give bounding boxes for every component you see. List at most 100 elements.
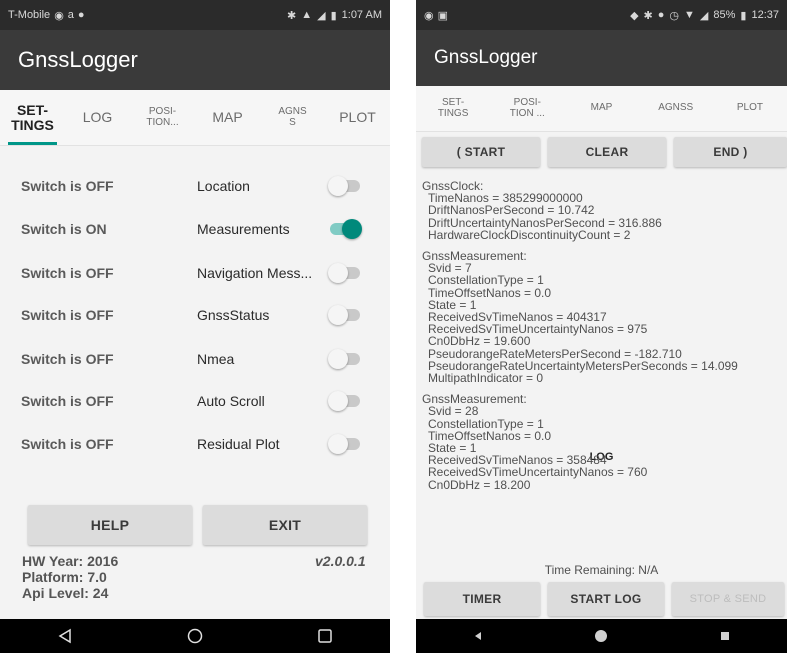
home-circle-icon[interactable] [581,624,621,648]
log-screen: ◉ ▣ ◆ ✱ ● ◷ ▼ ◢ 85% ▮ 12:37 GnssLogger S… [416,0,787,653]
battery-icon: ▮ [330,9,337,22]
help-button[interactable]: HELP [28,505,192,545]
end-button[interactable]: END ) [674,137,787,167]
log-output[interactable]: GnssClock: TimeNanos = 385299000000 Drif… [422,180,781,563]
gps-icon: ◉ [424,9,434,22]
status-bar: ◉ ▣ ◆ ✱ ● ◷ ▼ ◢ 85% ▮ 12:37 [416,0,787,30]
log-line: HardwareClockDiscontinuityCount = 2 [428,227,631,242]
start-log-button[interactable]: START LOG [548,582,664,616]
platform-label: Platform: 7.0 [22,569,107,585]
tab-log[interactable]: LOG [65,90,130,145]
navigation-messages-toggle[interactable] [328,263,364,283]
back-triangle-icon[interactable] [458,624,498,648]
switch-state-label: Switch is OFF [21,351,114,367]
tab-label: SET- TINGS [11,101,54,133]
nmea-toggle[interactable] [328,349,364,369]
battery-percent: 85% [713,9,736,21]
switch-state-label: Switch is OFF [21,307,114,323]
back-triangle-icon[interactable] [45,624,85,648]
tab-agnss[interactable]: AGNS S [260,90,325,145]
system-nav-bar [416,619,787,653]
tab-bar: SET- TINGS LOG POSI- TION... MAP AGNS S … [0,90,390,146]
setting-row-gnssstatus: Switch is OFF GnssStatus [0,294,390,336]
image-icon: ▣ [437,9,449,22]
hw-year-label: HW Year: 2016 [22,553,119,569]
log-line: MultipathIndicator = 0 [428,371,544,386]
signal-icon: ◢ [699,9,709,22]
residual-plot-toggle[interactable] [328,434,364,454]
amazon-icon: a [67,9,74,21]
log-gnss-measurement: GnssMeasurement: Svid = 7 ConstellationT… [422,250,781,384]
setting-row-autoscroll: Switch is OFF Auto Scroll [0,380,390,422]
wifi-icon: ▼ [684,9,695,21]
system-nav-bar [0,619,390,653]
setting-row-location: Switch is OFF Location [0,165,390,207]
time-remaining-label: Time Remaining: N/A [416,563,787,577]
setting-name: GnssStatus [197,307,270,323]
clock-label: 12:37 [751,9,779,21]
carrier-label: T-Mobile [8,9,51,21]
auto-scroll-toggle[interactable] [328,391,364,411]
chat-icon: ● [77,9,85,21]
switch-state-label: Switch is OFF [21,393,114,409]
recents-square-icon[interactable] [705,624,745,648]
tab-label: LOG [82,109,113,126]
signal-icon: ◢ [317,9,326,22]
recents-square-icon[interactable] [305,624,345,648]
log-line: ReceivedSvTimeUncertaintyNanos = 760 [428,465,648,480]
setting-name: Measurements [197,221,290,237]
notification-icon: ◉ [54,9,64,22]
bluetooth-icon: ✱ [643,9,653,22]
tab-label: MAP [590,102,613,114]
measurements-toggle[interactable] [328,219,364,239]
tab-label: POSI- TION... [146,106,179,128]
tab-plot[interactable]: PLOT [713,86,787,131]
setting-row-nmea: Switch is OFF Nmea [0,338,390,380]
start-button[interactable]: ( START [422,137,540,167]
app-title: GnssLogger [18,47,138,72]
battery-icon: ▮ [740,9,747,22]
setting-name: Auto Scroll [197,393,265,409]
log-line: DriftUncertaintyNanosPerSecond = 316.886 [428,215,662,230]
api-level-label: Api Level: 24 [22,585,109,601]
switch-state-label: Switch is OFF [21,436,114,452]
clear-button[interactable]: CLEAR [548,137,666,167]
log-line: Cn0DbHz = 18.200 [428,477,531,492]
home-circle-icon[interactable] [175,624,215,648]
status-bar: T-Mobile ◉ a ● ✱ ▲ ◢ ▮ 1:07 AM [0,0,390,30]
dnd-icon: ● [657,9,665,21]
wifi-icon: ▲ [301,9,313,21]
location-icon: ◆ [630,9,639,22]
clock-label: 1:07 AM [341,9,382,21]
tab-label: AGNS S [278,106,307,128]
tab-settings[interactable]: SET- TINGS [416,86,490,131]
tab-position[interactable]: POSI- TION ... [490,86,564,131]
log-gnss-clock: GnssClock: TimeNanos = 385299000000 Drif… [422,180,781,241]
tab-label: PLOT [736,102,763,114]
tab-map[interactable]: MAP [195,90,260,145]
tab-plot[interactable]: PLOT [325,90,390,145]
setting-name: Nmea [197,351,235,367]
app-title: GnssLogger [434,47,538,68]
settings-screen: T-Mobile ◉ a ● ✱ ▲ ◢ ▮ 1:07 AM GnssLogge… [0,0,390,653]
log-gnss-measurement: GnssMeasurement: Svid = 28 Constellation… [422,393,781,491]
log-line: PseudorangeRateMetersPerSecond = -182.71… [428,346,682,361]
tab-settings[interactable]: SET- TINGS [0,90,65,145]
tab-position[interactable]: POSI- TION... [130,90,195,145]
exit-button[interactable]: EXIT [203,505,367,545]
tab-label: MAP [212,109,243,126]
stop-and-send-button[interactable]: STOP & SEND [672,582,784,616]
timer-button[interactable]: TIMER [424,582,540,616]
switch-state-label: Switch is OFF [21,178,114,194]
setting-name: Residual Plot [197,436,280,452]
setting-row-navigation: Switch is OFF Navigation Mess... [0,252,390,294]
setting-name: Navigation Mess... [197,265,313,281]
gnssstatus-toggle[interactable] [328,305,364,325]
tab-map[interactable]: MAP [564,86,638,131]
switch-state-label: Switch is ON [21,221,107,237]
tab-agnss[interactable]: AGNSS [639,86,713,131]
log-section-title: GnssMeasurement: [422,249,527,264]
tab-label: PLOT [339,109,376,126]
location-toggle[interactable] [328,176,364,196]
device-info: HW Year: 2016 Platform: 7.0 Api Level: 2… [22,553,118,601]
